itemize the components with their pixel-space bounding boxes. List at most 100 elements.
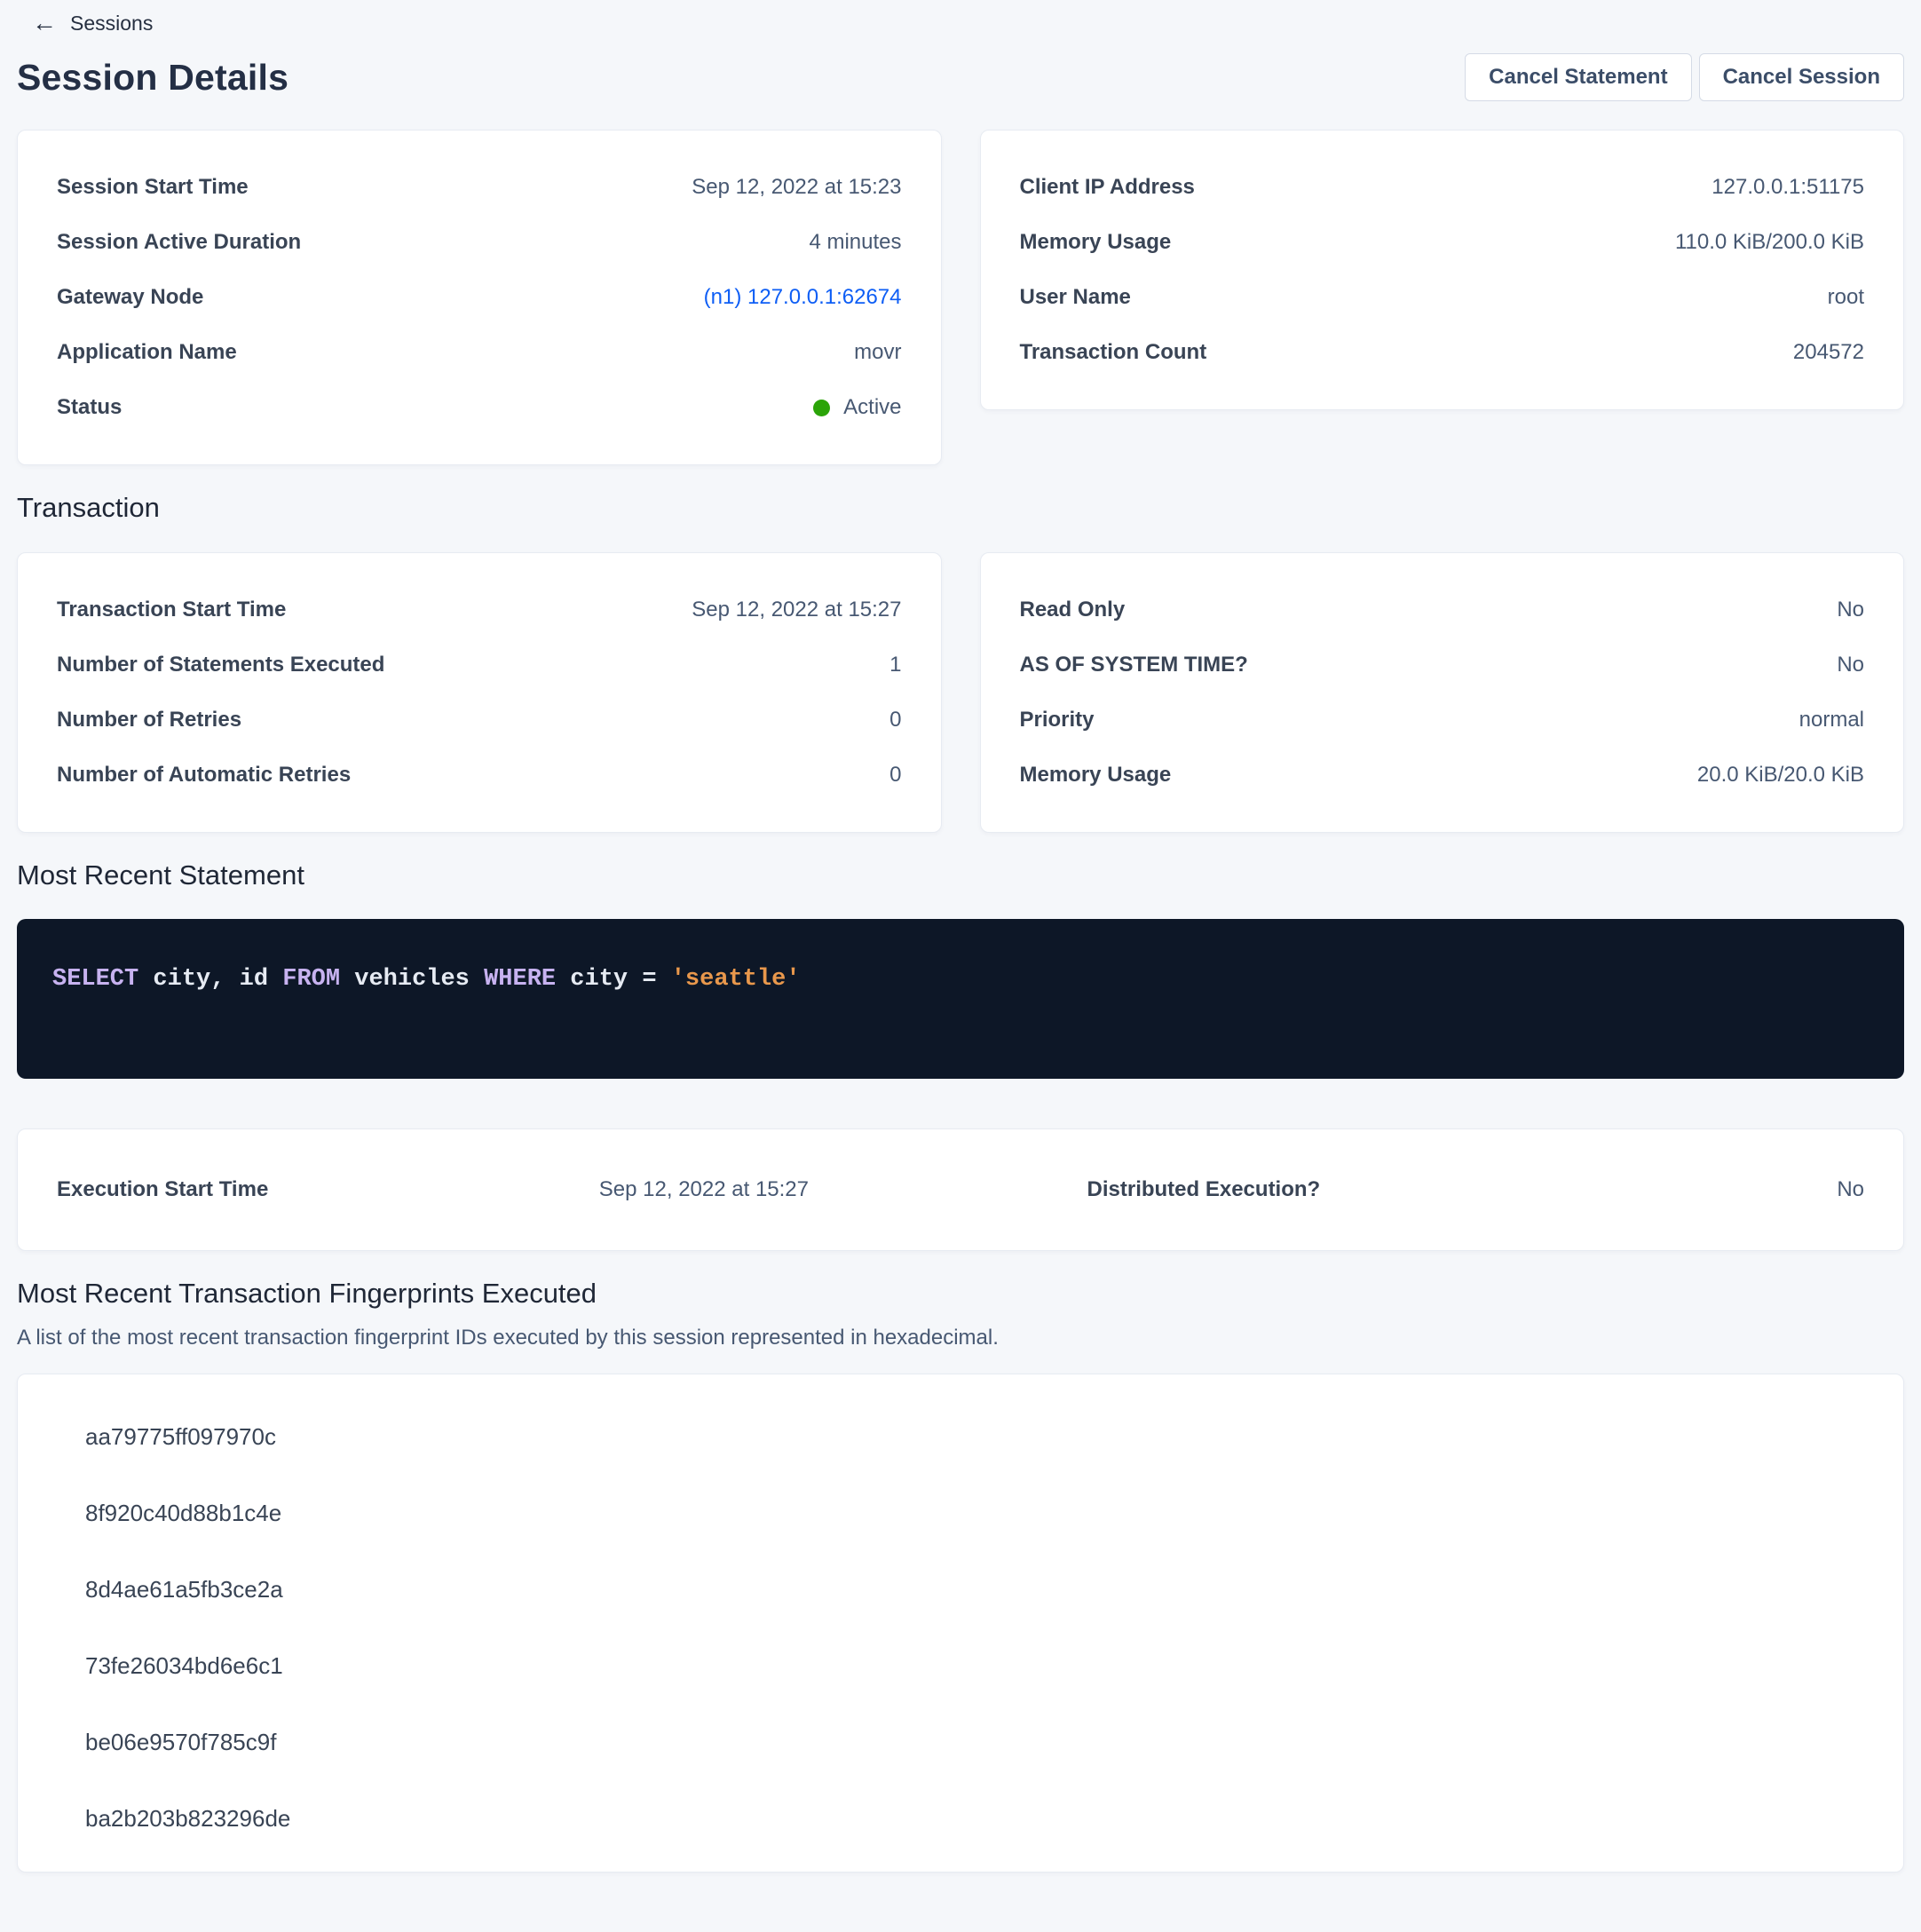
transaction-right-rows: Read Only No AS OF SYSTEM TIME? No Prior… (1020, 594, 1865, 791)
row-value: 110.0 KiB/200.0 KiB (1675, 230, 1864, 255)
row-value-text: 127.0.0.1:51175 (1712, 175, 1864, 200)
transaction-left-rows: Transaction Start Time Sep 12, 2022 at 1… (57, 594, 902, 791)
sql-token: city = (556, 966, 671, 993)
execution-start-time-label: Execution Start Time (57, 1177, 599, 1202)
breadcrumb-label: Sessions (70, 12, 153, 36)
summary-row: Application Name movr (57, 337, 902, 368)
row-value: 1 (889, 653, 901, 677)
client-info-rows: Client IP Address 127.0.0.1:51175 Memory… (1020, 171, 1865, 368)
summary-row: Memory Usage 20.0 KiB/20.0 KiB (1020, 759, 1865, 791)
transaction-section-heading: Transaction (17, 492, 1904, 524)
row-value-text: 0 (889, 708, 901, 732)
session-details-page: ← Sessions Session Details Cancel Statem… (0, 0, 1921, 1894)
summary-row: Memory Usage 110.0 KiB/200.0 KiB (1020, 226, 1865, 258)
row-label: Memory Usage (1020, 230, 1172, 255)
row-label: Gateway Node (57, 285, 203, 310)
row-label: User Name (1020, 285, 1131, 310)
sql-token: city, id (138, 966, 282, 993)
row-value-text: Sep 12, 2022 at 15:23 (692, 175, 901, 200)
summary-row: Number of Retries 0 (57, 704, 902, 736)
row-value: No (1837, 653, 1864, 677)
summary-row: Number of Automatic Retries 0 (57, 759, 902, 791)
summary-row: Gateway Node (n1) 127.0.0.1:62674 (57, 281, 902, 313)
summary-row: Transaction Start Time Sep 12, 2022 at 1… (57, 594, 902, 626)
summary-row: Status Active (57, 392, 902, 424)
summary-row: AS OF SYSTEM TIME? No (1020, 649, 1865, 681)
sql-token: WHERE (484, 966, 556, 993)
summary-row: User Name root (1020, 281, 1865, 313)
row-label: Memory Usage (1020, 763, 1172, 788)
session-info-rows: Session Start Time Sep 12, 2022 at 15:23… (57, 171, 902, 424)
transaction-left-card: Transaction Start Time Sep 12, 2022 at 1… (17, 552, 942, 833)
row-value: 127.0.0.1:51175 (1712, 175, 1864, 200)
row-value: 20.0 KiB/20.0 KiB (1697, 763, 1864, 788)
row-label: Session Active Duration (57, 230, 301, 255)
sql-token: vehicles (340, 966, 484, 993)
arrow-left-icon: ← (32, 11, 57, 36)
row-label: Number of Retries (57, 708, 241, 732)
row-value-text: Active (843, 395, 901, 420)
summary-row: Session Active Duration 4 minutes (57, 226, 902, 258)
sql-token: FROM (282, 966, 340, 993)
row-label: Number of Automatic Retries (57, 763, 351, 788)
row-value-text: 0 (889, 763, 901, 788)
row-value-text: 20.0 KiB/20.0 KiB (1697, 763, 1864, 788)
row-label: Session Start Time (57, 175, 249, 200)
row-value: (n1) 127.0.0.1:62674 (704, 285, 902, 310)
fingerprint-id-item: aa79775ff097970c (85, 1421, 1864, 1453)
status-active-dot-icon (813, 400, 830, 416)
row-value: No (1837, 598, 1864, 622)
fingerprints-list: aa79775ff097970c8f920c40d88b1c4e8d4ae61a… (85, 1421, 1864, 1834)
distributed-execution-value: No (1503, 1177, 1864, 1202)
row-label: Transaction Start Time (57, 598, 286, 622)
fingerprint-id-item: be06e9570f785c9f (85, 1726, 1864, 1758)
row-label: Application Name (57, 340, 237, 365)
transaction-summary-row: Transaction Start Time Sep 12, 2022 at 1… (17, 552, 1904, 833)
session-summary-row: Session Start Time Sep 12, 2022 at 15:23… (17, 130, 1904, 465)
statement-section-heading: Most Recent Statement (17, 859, 1904, 891)
row-value-text: 110.0 KiB/200.0 KiB (1675, 230, 1864, 255)
row-value: Active (813, 395, 901, 420)
summary-row: Read Only No (1020, 594, 1865, 626)
summary-row: Session Start Time Sep 12, 2022 at 15:23 (57, 171, 902, 203)
fingerprints-section-heading: Most Recent Transaction Fingerprints Exe… (17, 1278, 1904, 1310)
row-value-text[interactable]: (n1) 127.0.0.1:62674 (704, 285, 902, 310)
summary-row: Transaction Count 204572 (1020, 337, 1865, 368)
cancel-session-button[interactable]: Cancel Session (1699, 53, 1904, 101)
summary-row: Priority normal (1020, 704, 1865, 736)
row-value: normal (1799, 708, 1864, 732)
row-value-text: Sep 12, 2022 at 15:27 (692, 598, 901, 622)
row-value-text: 204572 (1793, 340, 1864, 365)
client-info-card: Client IP Address 127.0.0.1:51175 Memory… (980, 130, 1905, 410)
sql-statement-tokens: SELECT city, id FROM vehicles WHERE city… (52, 966, 801, 993)
sql-token: SELECT (52, 966, 138, 993)
fingerprint-id-item: ba2b203b823296de (85, 1802, 1864, 1834)
row-label: AS OF SYSTEM TIME? (1020, 653, 1248, 677)
row-value-text: movr (854, 340, 901, 365)
row-label: Status (57, 395, 122, 420)
row-label: Read Only (1020, 598, 1126, 622)
row-value: Sep 12, 2022 at 15:27 (692, 598, 901, 622)
session-info-card: Session Start Time Sep 12, 2022 at 15:23… (17, 130, 942, 465)
fingerprint-id-item: 73fe26034bd6e6c1 (85, 1650, 1864, 1682)
row-value: movr (854, 340, 901, 365)
row-value: root (1828, 285, 1864, 310)
transaction-right-card: Read Only No AS OF SYSTEM TIME? No Prior… (980, 552, 1905, 833)
row-value-text: 1 (889, 653, 901, 677)
execution-start-time-value: Sep 12, 2022 at 15:27 (599, 1177, 1087, 1202)
row-value: 0 (889, 708, 901, 732)
row-label: Transaction Count (1020, 340, 1207, 365)
row-value-text: No (1837, 653, 1864, 677)
sql-token: 'seattle' (671, 966, 801, 993)
page-title: Session Details (17, 57, 289, 99)
row-value-text: normal (1799, 708, 1864, 732)
summary-row: Client IP Address 127.0.0.1:51175 (1020, 171, 1865, 203)
row-value: 204572 (1793, 340, 1864, 365)
row-label: Priority (1020, 708, 1095, 732)
breadcrumb-back-sessions[interactable]: ← Sessions (32, 11, 153, 36)
execution-info-card: Execution Start Time Sep 12, 2022 at 15:… (17, 1128, 1904, 1251)
row-value: Sep 12, 2022 at 15:23 (692, 175, 901, 200)
row-value-text: root (1828, 285, 1864, 310)
cancel-statement-button[interactable]: Cancel Statement (1465, 53, 1691, 101)
row-value: 4 minutes (809, 230, 901, 255)
